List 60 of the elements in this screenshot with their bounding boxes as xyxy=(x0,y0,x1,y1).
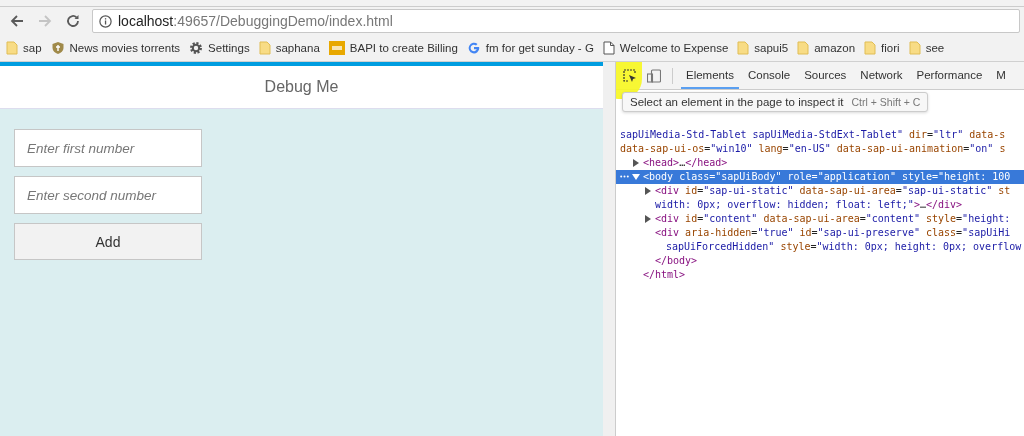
devtools-tab[interactable]: Network xyxy=(855,62,908,89)
dom-node[interactable]: <div id="sap-ui-static" data-sap-ui-area="sap-ui-static" st width: 0px; overflow: hidden; float: left;">…</div> xyxy=(616,184,1024,212)
expand-icon[interactable] xyxy=(632,159,640,167)
folder-icon xyxy=(6,41,18,55)
gear-icon xyxy=(189,41,204,55)
bookmark-link[interactable]: Welcome to Expense xyxy=(602,41,729,55)
bookmark-link[interactable]: saphana xyxy=(258,41,320,55)
dom-node[interactable]: sapUiMedia-Std-Tablet sapUiMedia-StdExt-Tablet" dir="ltr" data-s data-sap-ui-os="win10" lang="en-US" data-sap-ui-animation="on" s xyxy=(616,128,1024,156)
add-button[interactable]: Add xyxy=(14,223,202,260)
code-line: data-sap-ui-os="win10" lang="en-US" data-sap-ui-animation="on" s xyxy=(620,142,1006,156)
dom-node[interactable]: <div aria-hidden="true" id="sap-ui-preserve" class="sapUiHi sapUiForcedHidden" style="width: 0px; height: 0px; overflow xyxy=(616,226,1024,254)
collapse-icon[interactable] xyxy=(632,173,640,181)
info-icon[interactable] xyxy=(99,14,112,28)
forward-arrow-icon xyxy=(38,14,52,28)
back-arrow-icon xyxy=(10,14,24,28)
page-icon xyxy=(602,41,615,55)
page-title: Debug Me xyxy=(264,78,339,96)
dom-node[interactable]: <head>…</head> xyxy=(616,156,1024,170)
bookmark-link[interactable]: Settings xyxy=(189,41,250,55)
bookmark-link[interactable]: fm for get sunday - G xyxy=(466,41,594,55)
devtools-tab[interactable]: M xyxy=(991,62,1011,89)
folder-icon xyxy=(908,41,921,55)
url-text: localhost:49657/DebuggingDemo/index.html xyxy=(118,13,393,29)
bookmark-link[interactable]: fiori xyxy=(864,41,900,55)
dom-node[interactable]: </body> xyxy=(616,254,1024,268)
code-line: sapUiForcedHidden" style="width: 0px; height: 0px; overflow xyxy=(666,240,1022,254)
number-input[interactable]: Enter second number xyxy=(14,176,202,214)
bookmark-link[interactable]: BAPI to create Billing xyxy=(328,41,458,55)
shortcut-text: Ctrl + Shift + C xyxy=(851,96,921,108)
folder-icon xyxy=(737,41,750,55)
code-line: width: 0px; overflow: hidden; float: left;">…</div> xyxy=(655,198,963,212)
google-icon xyxy=(466,41,481,55)
code-line: <div aria-hidden="true" id="sap-ui-preserve" class="sapUiHi xyxy=(655,226,1011,240)
reload-icon xyxy=(66,14,80,28)
address-bar[interactable]: localhost:49657/DebuggingDemo/index.html xyxy=(92,9,1020,33)
folder-icon xyxy=(797,41,810,55)
bookmark-link[interactable]: see xyxy=(908,41,945,55)
code-line: <head>…</head> xyxy=(643,156,728,170)
devtools-tab[interactable]: Elements xyxy=(681,62,739,89)
site-logo-icon xyxy=(328,41,345,55)
devtools-tab[interactable]: Sources xyxy=(799,62,852,89)
devtools-tab[interactable]: Console xyxy=(742,62,796,89)
bookmark-link[interactable]: News movies torrents xyxy=(50,41,181,55)
expand-icon[interactable] xyxy=(644,187,652,195)
bookmark-link[interactable]: amazon xyxy=(797,41,856,55)
bookmark-link[interactable]: sap xyxy=(6,41,42,55)
devtools-tab[interactable]: Performance xyxy=(911,62,988,89)
tooltip-text: Select an element in the page to inspect it xyxy=(630,96,844,108)
code-line: <div id="sap-ui-static" data-sap-ui-area="sap-ui-static" st xyxy=(655,184,1011,198)
expand-icon[interactable] xyxy=(644,215,652,223)
code-line: </html> xyxy=(643,268,686,282)
folder-icon xyxy=(258,41,271,55)
more-icon[interactable] xyxy=(620,175,629,178)
code-line: sapUiMedia-Std-Tablet sapUiMedia-StdExt-Tablet" dir="ltr" data-s xyxy=(620,128,1006,142)
bookmark-link[interactable]: sapui5 xyxy=(737,41,789,55)
badge-icon xyxy=(50,41,65,55)
folder-icon xyxy=(864,41,877,55)
number-input[interactable]: Enter first number xyxy=(14,129,202,167)
dom-node[interactable]: </html> xyxy=(616,268,1024,282)
code-line: </body> xyxy=(655,254,698,268)
